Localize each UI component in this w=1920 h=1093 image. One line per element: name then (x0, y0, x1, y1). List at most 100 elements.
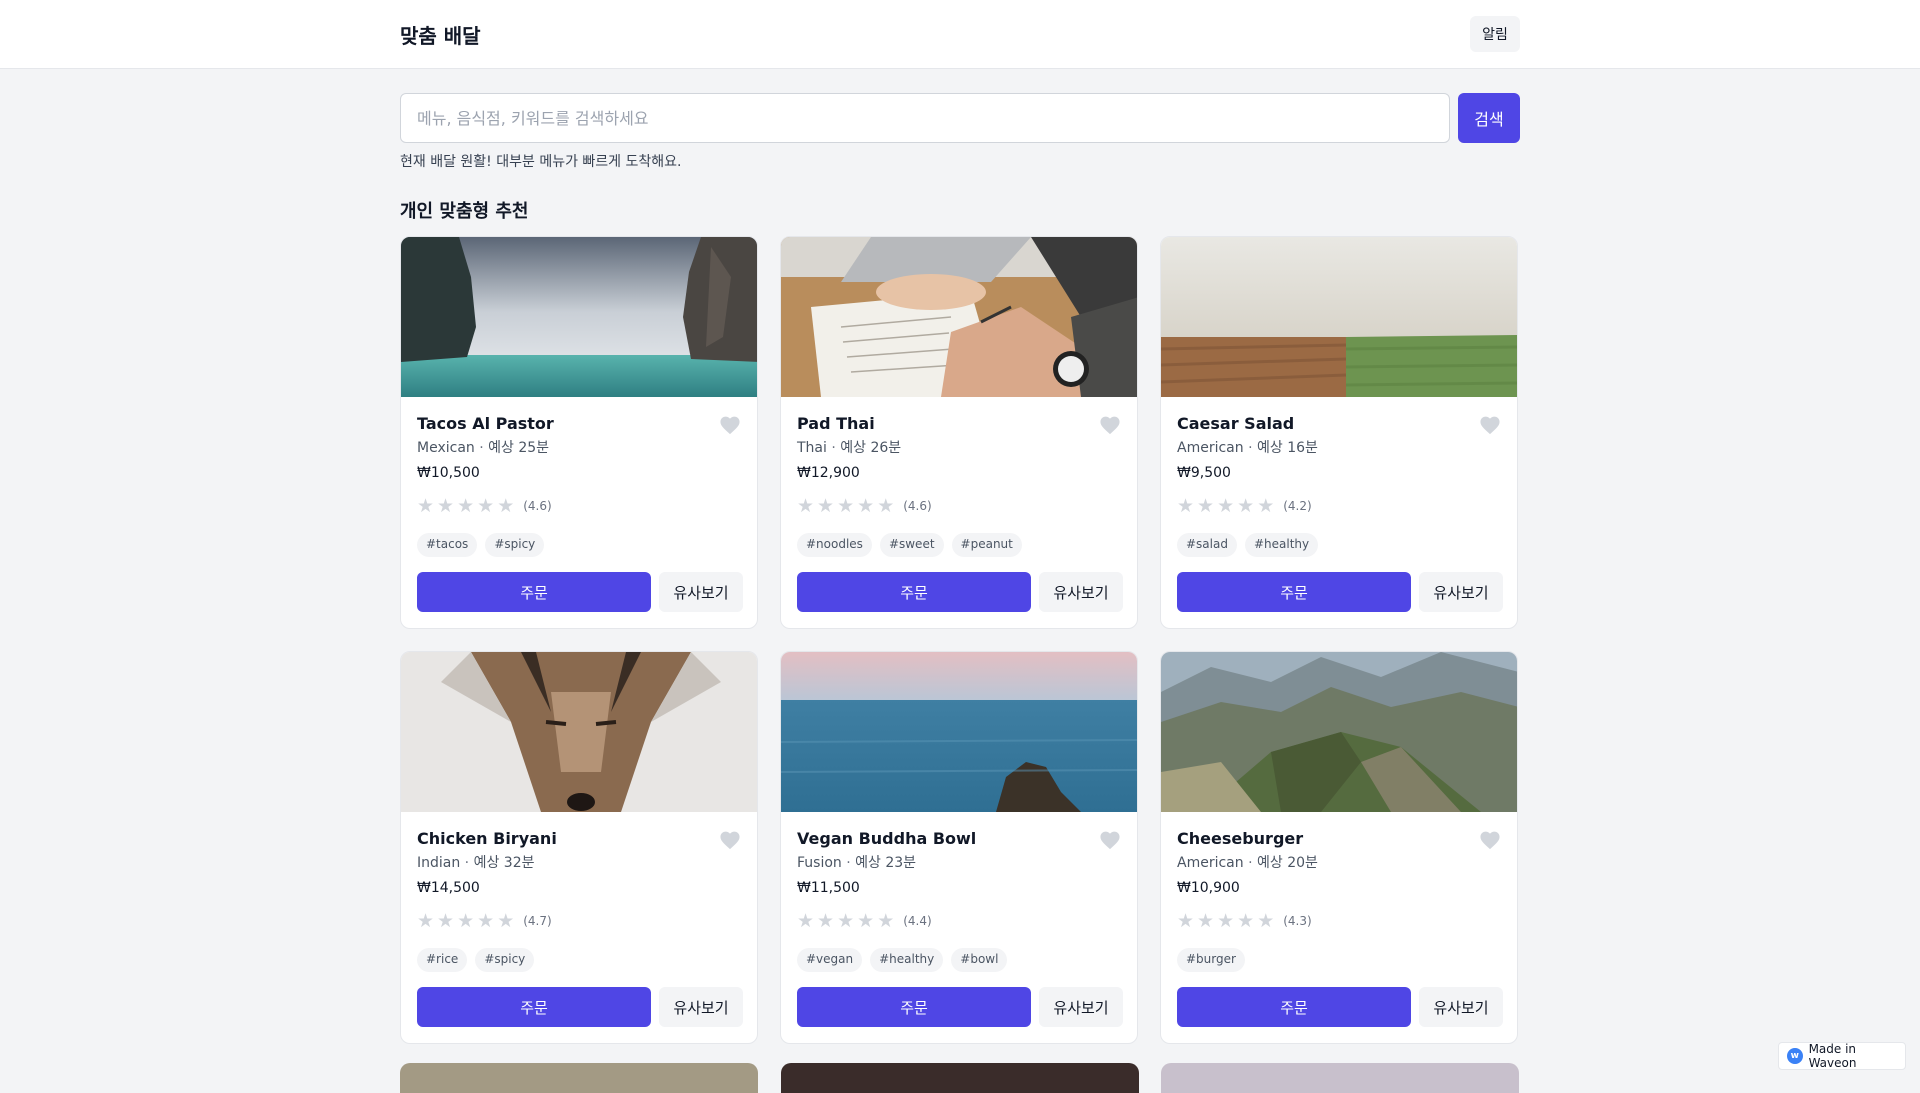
order-button[interactable]: 주문 (417, 987, 651, 1027)
star-icon: ★ (877, 495, 895, 517)
tag[interactable]: #tacos (417, 533, 478, 557)
star-icon: ★ (857, 910, 875, 932)
order-button[interactable]: 주문 (417, 572, 651, 612)
heart-icon[interactable] (719, 830, 741, 850)
order-button[interactable]: 주문 (1177, 572, 1411, 612)
tag[interactable]: #sweet (879, 533, 944, 557)
tag-list: #burger (1177, 948, 1245, 972)
rating-value: (4.3) (1283, 914, 1312, 928)
rating-value: (4.2) (1283, 499, 1312, 513)
similar-button[interactable]: 유사보기 (1419, 987, 1503, 1027)
search-input[interactable] (400, 93, 1450, 143)
heart-icon[interactable] (1479, 830, 1501, 850)
star-icon: ★ (1197, 910, 1215, 932)
star-icon: ★ (817, 910, 835, 932)
meta-separator: · (474, 440, 489, 456)
similar-button[interactable]: 유사보기 (659, 987, 743, 1027)
menu-price: ₩10,900 (1177, 880, 1240, 896)
menu-image[interactable] (401, 237, 757, 397)
notifications-button[interactable]: 알림 (1470, 16, 1520, 52)
tag[interactable]: #healthy (1244, 533, 1319, 557)
menu-meta: Thai · 예상 26분 (797, 437, 901, 457)
menu-image[interactable] (1161, 237, 1517, 397)
app-title: 맞춤 배달 (400, 24, 481, 48)
tag[interactable]: #noodles (797, 533, 872, 557)
search-button[interactable]: 검색 (1458, 93, 1520, 143)
heart-icon[interactable] (1479, 415, 1501, 435)
star-icon: ★ (837, 910, 855, 932)
rating-value: (4.4) (903, 914, 932, 928)
tag[interactable]: #peanut (951, 533, 1022, 557)
menu-name: Caesar Salad (1177, 414, 1295, 433)
star-icon: ★ (417, 495, 435, 517)
menu-card-partial[interactable] (1161, 1063, 1519, 1093)
meta-separator: · (826, 440, 841, 456)
tag[interactable]: #salad (1177, 533, 1237, 557)
tag[interactable]: #vegan (797, 948, 863, 972)
star-icon: ★ (457, 910, 475, 932)
similar-button[interactable]: 유사보기 (1419, 572, 1503, 612)
section-title: 개인 맞춤형 추천 (400, 201, 529, 222)
similar-button[interactable]: 유사보기 (1039, 572, 1123, 612)
menu-card: Cheeseburger American · 예상 20분 ₩10,900 ★… (1160, 651, 1518, 1044)
menu-image[interactable] (401, 652, 757, 812)
cuisine-label: American (1177, 440, 1244, 456)
heart-icon[interactable] (719, 415, 741, 435)
star-icon: ★ (857, 495, 875, 517)
star-icon: ★ (1177, 495, 1195, 517)
tag[interactable]: #spicy (485, 533, 545, 557)
menu-name: Cheeseburger (1177, 829, 1304, 848)
made-in-waveon-badge[interactable]: w Made in Waveon (1778, 1042, 1906, 1070)
menu-price: ₩14,500 (417, 880, 480, 896)
star-icon: ★ (817, 495, 835, 517)
tag[interactable]: #burger (1177, 948, 1245, 972)
menu-name: Pad Thai (797, 414, 875, 433)
star-icon: ★ (437, 910, 455, 932)
eta-label: 예상 20분 (1256, 855, 1318, 871)
eta-label: 예상 32분 (473, 855, 535, 871)
menu-price: ₩10,500 (417, 465, 480, 481)
menu-card-partial[interactable] (781, 1063, 1139, 1093)
tag-list: #vegan #healthy #bowl (797, 948, 1008, 972)
rating-stars: ★ ★ ★ ★ ★ (4.2) (1177, 496, 1312, 516)
star-icon: ★ (1197, 495, 1215, 517)
menu-price: ₩9,500 (1177, 465, 1231, 481)
meta-separator: · (1243, 855, 1257, 871)
eta-label: 예상 25분 (488, 440, 550, 456)
star-icon: ★ (1257, 910, 1275, 932)
menu-meta: Mexican · 예상 25분 (417, 437, 549, 457)
order-button[interactable]: 주문 (797, 572, 1031, 612)
eta-label: 예상 16분 (1256, 440, 1318, 456)
cuisine-label: American (1177, 855, 1244, 871)
similar-button[interactable]: 유사보기 (1039, 987, 1123, 1027)
eta-label: 예상 23분 (855, 855, 917, 871)
heart-icon[interactable] (1099, 830, 1121, 850)
cuisine-label: Thai (797, 440, 827, 456)
star-icon: ★ (797, 910, 815, 932)
order-button[interactable]: 주문 (1177, 987, 1411, 1027)
menu-image[interactable] (781, 652, 1137, 812)
menu-meta: American · 예상 16분 (1177, 437, 1318, 457)
menu-card: Vegan Buddha Bowl Fusion · 예상 23분 ₩11,50… (780, 651, 1138, 1044)
menu-price: ₩11,500 (797, 880, 860, 896)
menu-image[interactable] (1161, 652, 1517, 812)
meta-separator: · (1243, 440, 1257, 456)
similar-button[interactable]: 유사보기 (659, 572, 743, 612)
star-icon: ★ (797, 495, 815, 517)
cuisine-label: Indian (417, 855, 461, 871)
order-button[interactable]: 주문 (797, 987, 1031, 1027)
rating-value: (4.6) (903, 499, 932, 513)
top-bar: 맞춤 배달 알림 (0, 0, 1920, 69)
menu-card-partial[interactable] (400, 1063, 758, 1093)
tag[interactable]: #bowl (951, 948, 1008, 972)
cuisine-label: Fusion (797, 855, 842, 871)
eta-label: 예상 26분 (840, 440, 902, 456)
tag[interactable]: #healthy (870, 948, 944, 972)
tag[interactable]: #rice (417, 948, 468, 972)
recommendation-grid: Tacos Al Pastor Mexican · 예상 25분 ₩10,500… (400, 236, 1520, 1044)
meta-separator: · (841, 855, 856, 871)
tag[interactable]: #spicy (475, 948, 535, 972)
menu-image[interactable] (781, 237, 1137, 397)
star-icon: ★ (1217, 495, 1235, 517)
heart-icon[interactable] (1099, 415, 1121, 435)
